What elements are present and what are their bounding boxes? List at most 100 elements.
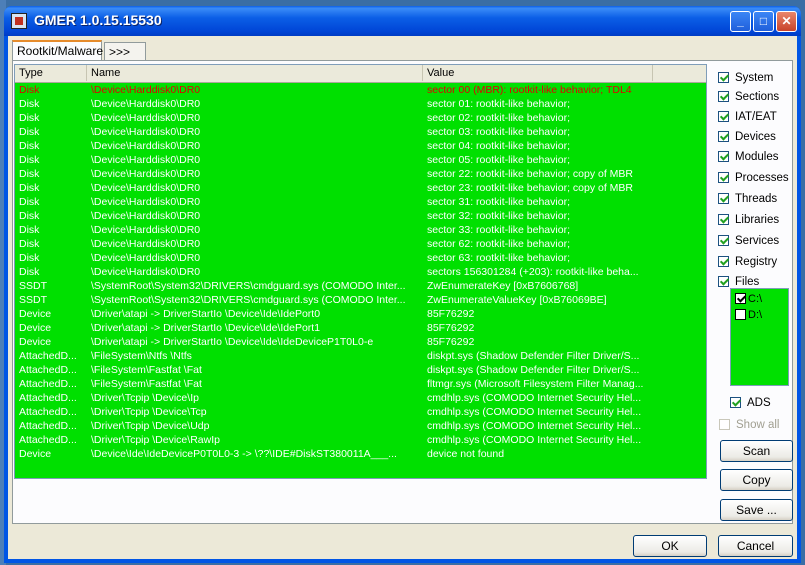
table-row[interactable]: AttachedD... \Driver\Tcpip \Device\Udp cmd…	[15, 419, 706, 433]
cell-type: AttachedD...	[19, 392, 77, 404]
option-label: Files	[735, 276, 760, 288]
column-header-type[interactable]: Type	[15, 65, 87, 81]
table-row[interactable]: AttachedD... \FileSystem\Ntfs \Ntfs diskpt…	[15, 349, 706, 363]
save-button[interactable]: Save ...	[720, 499, 793, 521]
table-row[interactable]: AttachedD... \FileSystem\Fastfat \Fat disk…	[15, 363, 706, 377]
ads-checkbox[interactable]	[730, 397, 741, 408]
drive-item[interactable]: C:\	[735, 293, 762, 307]
cell-name: \Device\Ide\IdeDeviceP0T0L0-3 -> \??\IDE…	[91, 448, 397, 460]
close-button[interactable]: ✕	[776, 11, 797, 32]
scan-button[interactable]: Scan	[720, 440, 793, 462]
option-modules[interactable]: Modules	[718, 150, 778, 166]
option-checkbox[interactable]	[718, 172, 729, 183]
cell-value: sector 32: rootkit-like behavior;	[427, 210, 570, 222]
cancel-button[interactable]: Cancel	[718, 535, 793, 557]
table-row[interactable]: Disk \Device\Harddisk0\DR0 sector 02: root…	[15, 111, 706, 125]
maximize-button[interactable]: □	[753, 11, 774, 32]
option-label: System	[735, 72, 774, 84]
table-row[interactable]: Disk \Device\Harddisk0\DR0 sector 01: root…	[15, 97, 706, 111]
cell-type: Device	[19, 336, 52, 348]
cell-name: \Device\Harddisk0\DR0	[91, 112, 201, 124]
cell-type: Disk	[19, 112, 40, 124]
option-label: Processes	[735, 172, 789, 184]
option-label: Registry	[735, 256, 778, 268]
table-row[interactable]: Disk \Device\Harddisk0\DR0 sector 32: root…	[15, 209, 706, 223]
cell-value: diskpt.sys (Shadow Defender Filter Drive…	[427, 350, 640, 362]
option-iat-eat[interactable]: IAT/EAT	[718, 110, 777, 126]
table-row[interactable]: Disk \Device\Harddisk0\DR0 sector 03: root…	[15, 125, 706, 139]
column-header-name[interactable]: Name	[87, 65, 423, 81]
option-checkbox[interactable]	[718, 193, 729, 204]
table-row[interactable]: Disk \Device\Harddisk0\DR0 sector 62: root…	[15, 237, 706, 251]
table-row[interactable]: Disk \Device\Harddisk0\DR0 sector 23: root…	[15, 181, 706, 195]
option-checkbox[interactable]	[718, 235, 729, 246]
option-label: Modules	[735, 151, 779, 163]
column-header-value[interactable]: Value	[423, 65, 653, 81]
option-checkbox[interactable]	[718, 214, 729, 225]
option-processes[interactable]: Processes	[718, 171, 789, 187]
table-row[interactable]: AttachedD... \Driver\Tcpip \Device\Ip cmdh…	[15, 391, 706, 405]
tab-rootkit-malware[interactable]: Rootkit/Malware	[12, 40, 103, 62]
drives-list[interactable]: C:\ D:\	[730, 288, 789, 386]
cell-value: device not found	[427, 448, 505, 460]
cell-value: cmdhlp.sys (COMODO Internet Security Hel…	[427, 392, 642, 404]
option-libraries[interactable]: Libraries	[718, 213, 779, 229]
list-header: Type Name Value	[15, 65, 706, 83]
option-checkbox[interactable]	[718, 91, 729, 102]
option-registry[interactable]: Registry	[718, 255, 777, 271]
drive-label: C:\	[748, 293, 763, 305]
cell-type: AttachedD...	[19, 406, 77, 418]
table-row[interactable]: AttachedD... \Driver\Tcpip \Device\Tcp cmd…	[15, 405, 706, 419]
drive-checkbox[interactable]	[735, 309, 746, 320]
table-row[interactable]: Disk \Device\Harddisk0\DR0 sector 33: root…	[15, 223, 706, 237]
ok-button[interactable]: OK	[633, 535, 707, 557]
option-checkbox[interactable]	[718, 151, 729, 162]
table-row[interactable]: SSDT \SystemRoot\System32\DRIVERS\cmdguar…	[15, 279, 706, 293]
table-row[interactable]: Device \Driver\atapi -> DriverStartIo \De…	[15, 307, 706, 321]
table-row[interactable]: Disk \Device\Harddisk0\DR0 sector 31: root…	[15, 195, 706, 209]
table-row[interactable]: Device \Driver\atapi -> DriverStartIo \De…	[15, 335, 706, 349]
table-row[interactable]: Disk \Device\Harddisk0\DR0 sectors 1563012…	[15, 265, 706, 279]
cell-value: sector 62: rootkit-like behavior;	[427, 238, 570, 250]
minimize-button[interactable]: _	[730, 11, 751, 32]
option-checkbox[interactable]	[718, 111, 729, 122]
table-row[interactable]: AttachedD... \Driver\Tcpip \Device\RawIp c…	[15, 433, 706, 447]
option-checkbox[interactable]	[718, 72, 729, 83]
table-row[interactable]: Disk \Device\Harddisk0\DR0 sector 00 (MBR)…	[15, 83, 706, 97]
results-list[interactable]: Type Name Value Disk \Device\Harddisk0\DR…	[14, 64, 707, 479]
title-bar[interactable]: GMER 1.0.15.15530 _ □ ✕	[4, 6, 801, 36]
option-checkbox[interactable]	[718, 256, 729, 267]
copy-button[interactable]: Copy	[720, 469, 793, 491]
table-row[interactable]: SSDT \SystemRoot\System32\DRIVERS\cmdguar…	[15, 293, 706, 307]
ads-option[interactable]: ADS	[730, 396, 771, 412]
option-threads[interactable]: Threads	[718, 192, 777, 208]
option-label: Services	[735, 235, 780, 247]
option-label: Devices	[735, 131, 776, 143]
table-row[interactable]: Device \Device\Ide\IdeDeviceP0T0L0-3 -> \…	[15, 447, 706, 461]
option-system[interactable]: System	[718, 71, 773, 87]
cell-type: Disk	[19, 224, 40, 236]
cell-type: Disk	[19, 182, 40, 194]
cell-type: Disk	[19, 168, 40, 180]
cell-name: \Device\Harddisk0\DR0	[91, 84, 201, 96]
option-devices[interactable]: Devices	[718, 130, 776, 146]
table-row[interactable]: Disk \Device\Harddisk0\DR0 sector 22: root…	[15, 167, 706, 181]
option-checkbox[interactable]	[718, 276, 729, 287]
cell-value: 85F76292	[427, 308, 475, 320]
option-sections[interactable]: Sections	[718, 90, 779, 106]
cell-name: \SystemRoot\System32\DRIVERS\cmdguard.sy…	[91, 280, 406, 292]
show-all-checkbox	[719, 419, 730, 430]
cell-value: cmdhlp.sys (COMODO Internet Security Hel…	[427, 420, 642, 432]
table-row[interactable]: AttachedD... \FileSystem\Fastfat \Fat fltm…	[15, 377, 706, 391]
table-row[interactable]: Device \Driver\atapi -> DriverStartIo \De…	[15, 321, 706, 335]
table-row[interactable]: Disk \Device\Harddisk0\DR0 sector 05: root…	[15, 153, 706, 167]
option-services[interactable]: Services	[718, 234, 779, 250]
table-row[interactable]: Disk \Device\Harddisk0\DR0 sector 04: root…	[15, 139, 706, 153]
cell-value: sector 04: rootkit-like behavior;	[427, 140, 570, 152]
show-all-option: Show all	[719, 418, 779, 434]
drive-item[interactable]: D:\	[735, 309, 762, 323]
table-row[interactable]: Disk \Device\Harddisk0\DR0 sector 63: root…	[15, 251, 706, 265]
tab-more[interactable]: >>>	[104, 42, 146, 62]
drive-checkbox[interactable]	[735, 293, 746, 304]
option-checkbox[interactable]	[718, 131, 729, 142]
